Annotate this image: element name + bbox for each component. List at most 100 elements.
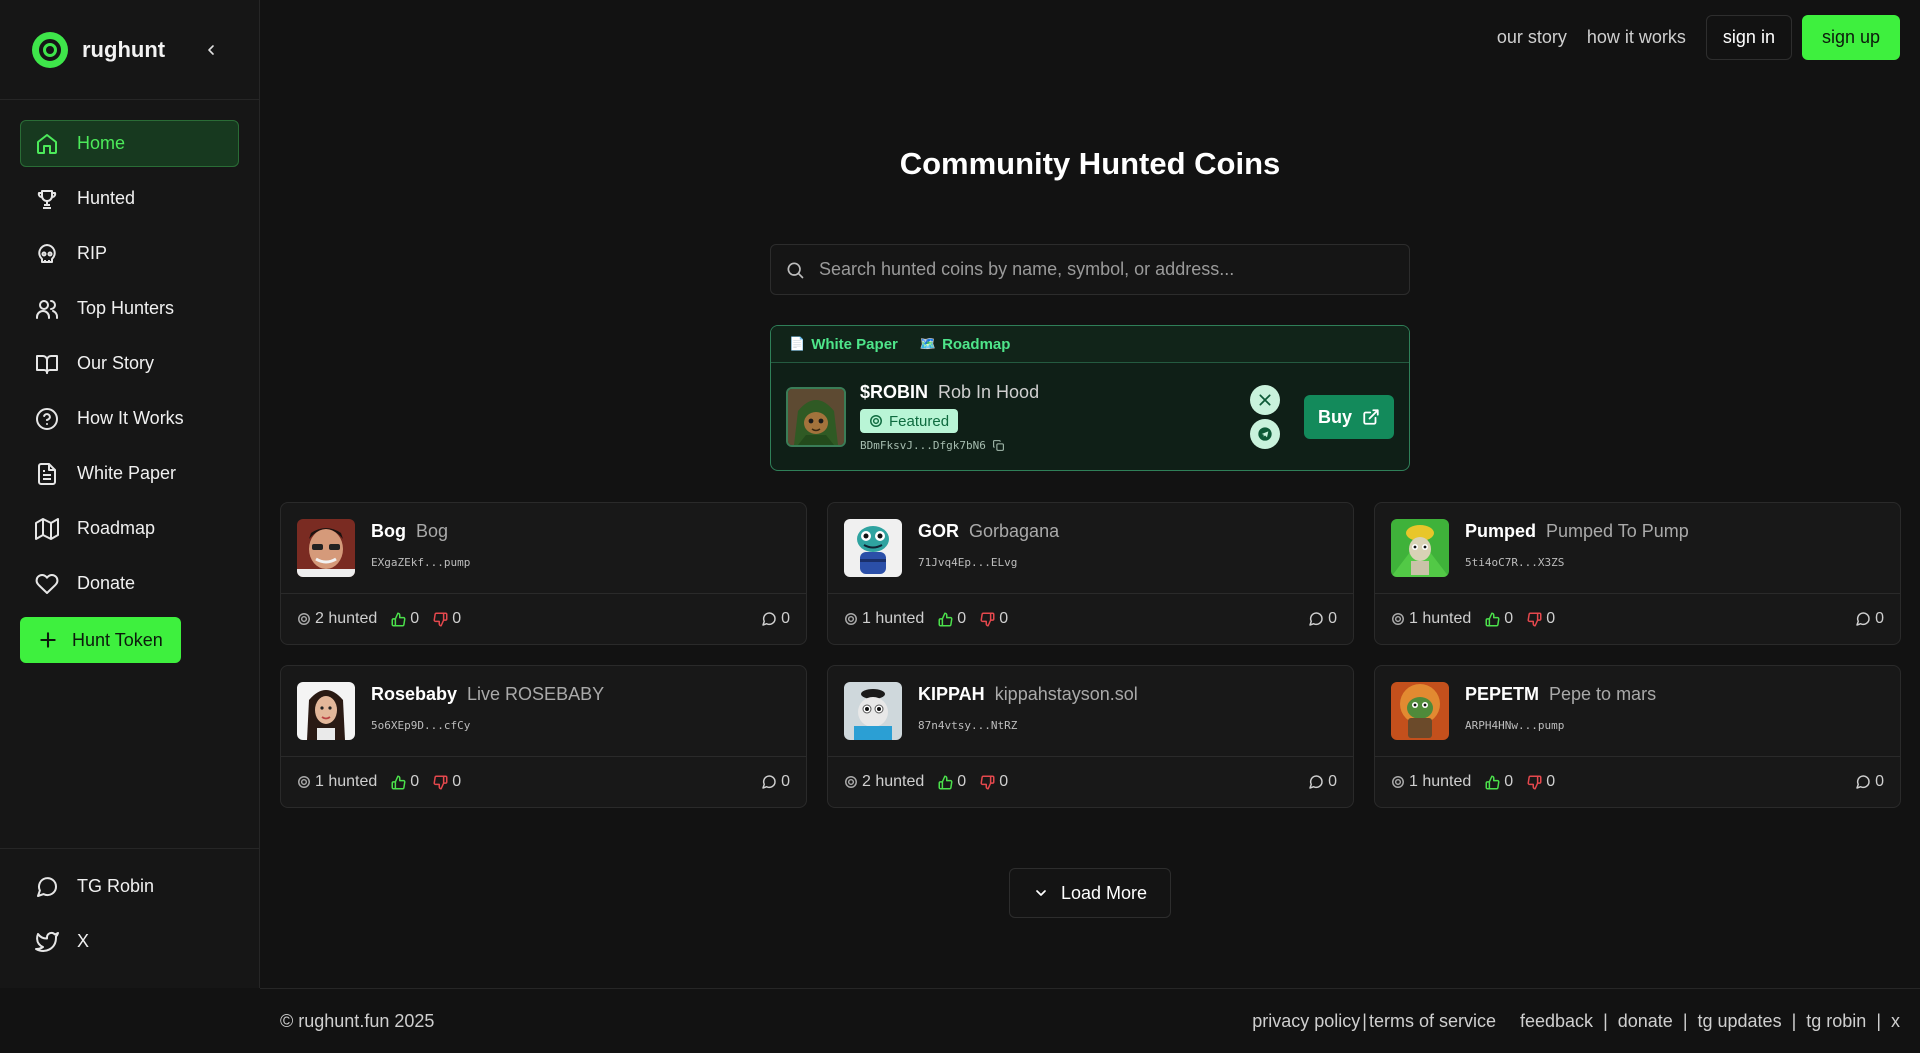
featured-symbol[interactable]: $ROBIN — [860, 382, 928, 403]
hunted-label: 2 hunted — [315, 610, 378, 627]
coin-avatar[interactable] — [297, 682, 355, 740]
coin-avatar[interactable] — [1391, 519, 1449, 577]
comments-button[interactable]: 0 — [761, 610, 790, 628]
sidebar-item-home[interactable]: Home — [20, 120, 239, 167]
terms-of-service-link[interactable]: terms of service — [1369, 1011, 1496, 1032]
upvote-button[interactable]: 0 — [391, 610, 419, 628]
sidebar-item-white-paper[interactable]: White Paper — [20, 450, 239, 497]
chat-icon — [35, 875, 59, 899]
sidebar-item-tg-robin[interactable]: TG Robin — [20, 863, 239, 910]
coin-symbol[interactable]: Bog — [371, 521, 406, 542]
sidebar-item-hunted[interactable]: Hunted — [20, 175, 239, 222]
coin-avatar[interactable] — [297, 519, 355, 577]
sign-in-button[interactable]: sign in — [1705, 15, 1792, 60]
x-link[interactable]: x — [1891, 1011, 1900, 1032]
x-social-button[interactable] — [1249, 385, 1280, 415]
downvote-button[interactable]: 0 — [980, 773, 1008, 791]
roadmap-link[interactable]: 🗺️ Roadmap — [920, 336, 1011, 353]
thumbs-up-icon — [938, 612, 953, 627]
coin-card[interactable]: GOR Gorbagana 71Jvq4Ep...ELvg 1 hunted 0… — [827, 502, 1354, 645]
hunted-label: 1 hunted — [1409, 610, 1472, 627]
downvote-button[interactable]: 0 — [433, 773, 461, 791]
white-paper-link[interactable]: 📄 White Paper — [789, 336, 898, 353]
coin-symbol[interactable]: Rosebaby — [371, 684, 457, 705]
downvote-button[interactable]: 0 — [1527, 610, 1555, 628]
coin-avatar[interactable] — [844, 519, 902, 577]
comment-icon — [1855, 774, 1871, 790]
load-more-button[interactable]: Load More — [1009, 868, 1171, 918]
coin-avatar[interactable] — [1391, 682, 1449, 740]
coin-symbol[interactable]: Pumped — [1465, 521, 1536, 542]
sidebar-item-label: RIP — [77, 243, 108, 263]
sidebar-item-top-hunters[interactable]: Top Hunters — [20, 285, 239, 332]
sidebar-item-x[interactable]: X — [20, 918, 239, 965]
coin-card[interactable]: Pumped Pumped To Pump 5ti4oC7R...X3ZS 1 … — [1374, 502, 1901, 645]
upvote-button[interactable]: 0 — [1485, 610, 1513, 628]
upvote-button[interactable]: 0 — [391, 773, 419, 791]
coin-symbol[interactable]: KIPPAH — [918, 684, 985, 705]
telegram-social-button[interactable] — [1249, 419, 1280, 449]
coin-card[interactable]: Bog Bog EXgaZEkf...pump 2 hunted 0 0 0 — [280, 502, 807, 645]
roadmap-label: Roadmap — [942, 335, 1011, 353]
upvote-button[interactable]: 0 — [1485, 773, 1513, 791]
thumbs-down-icon — [1527, 775, 1542, 790]
coin-card[interactable]: Rosebaby Live ROSEBABY 5o6XEp9D...cfCy 1… — [280, 665, 807, 808]
x-logo-icon — [1259, 394, 1271, 406]
coin-symbol[interactable]: PEPETM — [1465, 684, 1539, 705]
featured-address: BDmFksvJ...Dfgk7bN6 — [860, 439, 1250, 452]
downvote-count: 0 — [452, 610, 462, 627]
donate-link[interactable]: donate — [1618, 1011, 1673, 1032]
downvote-button[interactable]: 0 — [980, 610, 1008, 628]
comments-button[interactable]: 0 — [1308, 773, 1337, 791]
thumbs-down-icon — [980, 775, 995, 790]
upvote-button[interactable]: 0 — [938, 773, 966, 791]
copy-icon[interactable] — [992, 439, 1005, 452]
brand-name[interactable]: rughunt — [82, 37, 165, 63]
thumbs-down-icon — [433, 612, 448, 627]
privacy-policy-link[interactable]: privacy policy — [1252, 1011, 1360, 1032]
collapse-sidebar-button[interactable] — [199, 38, 223, 62]
our-story-link[interactable]: our story — [1497, 27, 1567, 48]
featured-socials — [1249, 383, 1280, 451]
coin-address: 5ti4oC7R...X3ZS — [1465, 556, 1565, 569]
comments-button[interactable]: 0 — [1308, 610, 1337, 628]
upvote-button[interactable]: 0 — [938, 610, 966, 628]
comments-button[interactable]: 0 — [1855, 773, 1884, 791]
document-icon — [35, 462, 59, 486]
hunt-token-button[interactable]: Hunt Token — [20, 617, 181, 663]
featured-coin-avatar[interactable] — [786, 387, 846, 447]
tg-robin-link[interactable]: tg robin — [1806, 1011, 1866, 1032]
sidebar-item-roadmap[interactable]: Roadmap — [20, 505, 239, 552]
comments-button[interactable]: 0 — [1855, 610, 1884, 628]
downvote-button[interactable]: 0 — [433, 610, 461, 628]
sidebar-item-how-it-works[interactable]: How It Works — [20, 395, 239, 442]
search-icon — [787, 262, 804, 278]
target-icon — [297, 612, 311, 626]
sidebar-bottom: TG Robin X — [0, 848, 259, 988]
buy-button[interactable]: Buy — [1303, 395, 1394, 439]
sidebar-item-rip[interactable]: RIP — [20, 230, 239, 277]
sidebar-item-label: Home — [77, 133, 126, 153]
comments-button[interactable]: 0 — [761, 773, 790, 791]
target-icon — [844, 775, 858, 789]
coin-card[interactable]: PEPETM Pepe to mars ARPH4HNw...pump 1 hu… — [1374, 665, 1901, 808]
sidebar-item-donate[interactable]: Donate — [20, 560, 239, 607]
how-it-works-link[interactable]: how it works — [1587, 27, 1686, 48]
hunted-count: 1 hunted — [297, 773, 377, 791]
hunted-count: 2 hunted — [844, 773, 924, 791]
chevron-left-icon — [208, 44, 214, 55]
sign-up-button[interactable]: sign up — [1801, 15, 1900, 60]
search-input[interactable] — [819, 259, 1379, 280]
telegram-icon — [1258, 427, 1272, 441]
coin-card[interactable]: KIPPAH kippahstayson.sol 87n4vtsy...NtRZ… — [827, 665, 1354, 808]
coin-grid: Bog Bog EXgaZEkf...pump 2 hunted 0 0 0 G… — [280, 502, 1901, 808]
tg-updates-link[interactable]: tg updates — [1698, 1011, 1782, 1032]
coin-symbol[interactable]: GOR — [918, 521, 959, 542]
rughunt-logo-icon[interactable] — [32, 31, 68, 68]
sidebar-item-our-story[interactable]: Our Story — [20, 340, 239, 387]
coin-avatar[interactable] — [844, 682, 902, 740]
downvote-button[interactable]: 0 — [1527, 773, 1555, 791]
separator: | — [1603, 1010, 1608, 1031]
feedback-link[interactable]: feedback — [1520, 1011, 1593, 1032]
featured-body: $ROBIN Rob In Hood Featured BDmFksvJ...D… — [771, 363, 1409, 470]
